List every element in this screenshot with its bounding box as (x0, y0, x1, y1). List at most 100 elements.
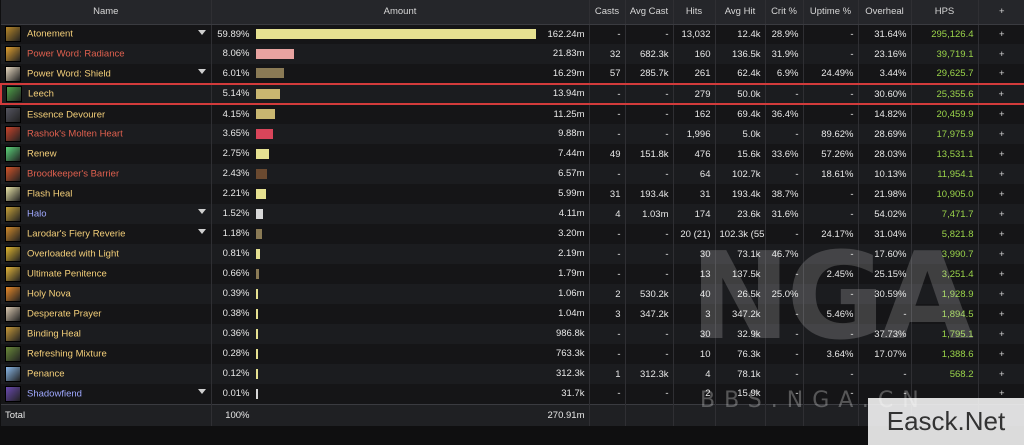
spell-name-cell[interactable]: Leech (0, 83, 211, 105)
spell-name[interactable]: Leech (28, 89, 54, 100)
table-row[interactable]: Renew 2.75% 7.44m 49 151.8k 476 15.6k 33.6% 57.2… (1, 144, 1024, 164)
crit-value: - (764, 164, 803, 184)
spell-name-cell[interactable]: Flash Heal (1, 184, 211, 204)
col-header-uptime[interactable]: Uptime % (802, 0, 858, 25)
spell-name-cell[interactable]: Power Word: Radiance (1, 44, 211, 64)
spell-name-cell[interactable]: Power Word: Shield (1, 64, 211, 84)
table-row[interactable]: Binding Heal 0.36% 986.8k - -30 32.9k - -37.73%… (1, 324, 1024, 344)
table-row[interactable]: Ultimate Penitence 0.66% 1.79m - -13 137.5k -2… (1, 264, 1024, 284)
col-header-add[interactable]: + (977, 0, 1024, 25)
col-header-hits[interactable]: Hits (672, 0, 715, 25)
spell-name[interactable]: Binding Heal (27, 329, 81, 340)
amount-percent: 1.52% (222, 208, 250, 220)
table-row[interactable]: Desperate Prayer 0.38% 1.04m 3 347.2k 3 347.2k… (1, 304, 1024, 324)
spell-name-cell[interactable]: Atonement (1, 24, 211, 44)
spell-name[interactable]: Ultimate Penitence (27, 269, 107, 280)
add-button[interactable]: + (977, 64, 1024, 84)
spell-name[interactable]: Overloaded with Light (27, 249, 119, 260)
table-row[interactable]: Larodar's Fiery Reverie 1.18% 3.20m - -20 (2… (1, 224, 1024, 244)
spell-name[interactable]: Rashok's Molten Heart (27, 129, 123, 140)
add-button[interactable]: + (977, 44, 1024, 64)
col-header-casts[interactable]: Casts (588, 0, 625, 25)
table-row[interactable]: Refreshing Mixture 0.28% 763.3k - -10 76.3k -3… (1, 344, 1024, 364)
add-button[interactable]: + (977, 244, 1024, 264)
spell-name[interactable]: Desperate Prayer (27, 309, 101, 320)
table-row[interactable]: Overloaded with Light 0.81% 2.19m - -30 73.1k… (1, 244, 1024, 264)
radiance-icon (5, 46, 21, 62)
spell-name-cell[interactable]: Shadowfiend (1, 384, 211, 404)
spell-name-cell[interactable]: Refreshing Mixture (1, 344, 211, 364)
spell-name-cell[interactable]: Rashok's Molten Heart (1, 124, 211, 144)
add-button[interactable]: + (977, 224, 1024, 244)
amount-cell: 0.81% 2.19m (210, 244, 589, 264)
add-button[interactable]: + (977, 164, 1024, 184)
table-row[interactable]: Power Word: Radiance 8.06% 21.83m 32 682.3k 1… (1, 44, 1024, 64)
spell-name-cell[interactable]: Larodar's Fiery Reverie (1, 224, 211, 244)
col-header-name[interactable]: Name (1, 0, 211, 25)
add-button[interactable]: + (977, 304, 1024, 324)
hits-value: 174 (672, 204, 715, 224)
col-header-hps[interactable]: HPS (910, 0, 978, 25)
amount-percent: 0.81% (222, 248, 250, 260)
spell-name[interactable]: Refreshing Mixture (27, 349, 107, 360)
add-button[interactable]: + (977, 24, 1024, 44)
table-row[interactable]: Leech 5.14% 13.94m - -279 50.0k - -30.60% 25,355… (0, 83, 1024, 105)
chevron-down-icon[interactable] (197, 209, 206, 214)
spell-name[interactable]: Power Word: Shield (27, 68, 111, 79)
col-header-avg-cast[interactable]: Avg Cast (624, 0, 673, 25)
chevron-down-icon[interactable] (197, 69, 206, 74)
table-row[interactable]: Halo 1.52% 4.11m 4 1.03m 174 23.6k 31.6% -54.02%… (1, 204, 1024, 224)
spell-name-cell[interactable]: Holy Nova (1, 284, 211, 304)
col-header-crit[interactable]: Crit % (764, 0, 803, 25)
add-button[interactable]: + (977, 184, 1024, 204)
add-button[interactable]: + (977, 324, 1024, 344)
add-button[interactable]: + (977, 144, 1024, 164)
table-row[interactable]: Power Word: Shield 6.01% 16.29m 57 285.7k 261… (1, 64, 1024, 84)
spell-name[interactable]: Halo (27, 209, 47, 220)
casts-value: - (588, 104, 625, 124)
spell-name-cell[interactable]: Renew (1, 144, 211, 164)
table-row[interactable]: Broodkeeper's Barrier 2.43% 6.57m - -64 102.7… (1, 164, 1024, 184)
spell-name[interactable]: Penance (27, 369, 65, 380)
chevron-down-icon[interactable] (197, 229, 206, 234)
spell-name[interactable]: Larodar's Fiery Reverie (27, 229, 125, 240)
add-button[interactable]: + (977, 124, 1024, 144)
add-button[interactable]: + (977, 83, 1024, 105)
spell-name-cell[interactable]: Overloaded with Light (1, 244, 211, 264)
spell-name[interactable]: Power Word: Radiance (27, 49, 125, 60)
chevron-down-icon[interactable] (197, 389, 206, 394)
spell-name[interactable]: Holy Nova (27, 289, 71, 300)
add-button[interactable]: + (977, 344, 1024, 364)
spell-name[interactable]: Flash Heal (27, 189, 72, 200)
add-button[interactable]: + (977, 204, 1024, 224)
spell-name-cell[interactable]: Essence Devourer (1, 104, 211, 124)
add-button[interactable]: + (977, 284, 1024, 304)
spell-name-cell[interactable]: Halo (1, 204, 211, 224)
spell-name[interactable]: Essence Devourer (27, 109, 105, 120)
spell-name-cell[interactable]: Broodkeeper's Barrier (1, 164, 211, 184)
add-button[interactable]: + (977, 364, 1024, 384)
col-header-avg-hit[interactable]: Avg Hit (714, 0, 765, 25)
table-row[interactable]: Holy Nova 0.39% 1.06m 2 530.2k 40 26.5k 25.0% -3… (1, 284, 1024, 304)
spell-name-cell[interactable]: Desperate Prayer (1, 304, 211, 324)
spell-name[interactable]: Shadowfiend (27, 388, 82, 399)
spell-name-cell[interactable]: Ultimate Penitence (1, 264, 211, 284)
col-header-overheal[interactable]: Overheal (857, 0, 911, 25)
spell-name[interactable]: Renew (27, 149, 57, 160)
table-row[interactable]: Penance 0.12% 312.3k 1 312.3k 4 78.1k - - -568.2 + (1, 364, 1024, 384)
table-row[interactable]: Atonement 59.89% 162.24m - -13,032 12.4k 28.9%… (1, 24, 1024, 44)
table-row[interactable]: Flash Heal 2.21% 5.99m 31 193.4k 31 193.4k 38.7… (1, 184, 1024, 204)
crit-value: - (764, 344, 803, 364)
col-header-amount[interactable]: Amount (210, 0, 589, 25)
spell-name[interactable]: Broodkeeper's Barrier (27, 169, 119, 180)
spell-name-cell[interactable]: Penance (1, 364, 211, 384)
table-row[interactable]: Rashok's Molten Heart 3.65% 9.88m - -1,996 5.… (1, 124, 1024, 144)
spell-name[interactable]: Atonement (27, 29, 73, 40)
table-row[interactable]: Essence Devourer 4.15% 11.25m - -162 69.4k 36.… (1, 104, 1024, 124)
spell-name-cell[interactable]: Binding Heal (1, 324, 211, 344)
avg-cast-value: 312.3k (624, 364, 673, 384)
chevron-down-icon[interactable] (197, 29, 206, 35)
add-button[interactable]: + (977, 264, 1024, 284)
amount-bar (255, 68, 284, 79)
add-button[interactable]: + (977, 104, 1024, 124)
